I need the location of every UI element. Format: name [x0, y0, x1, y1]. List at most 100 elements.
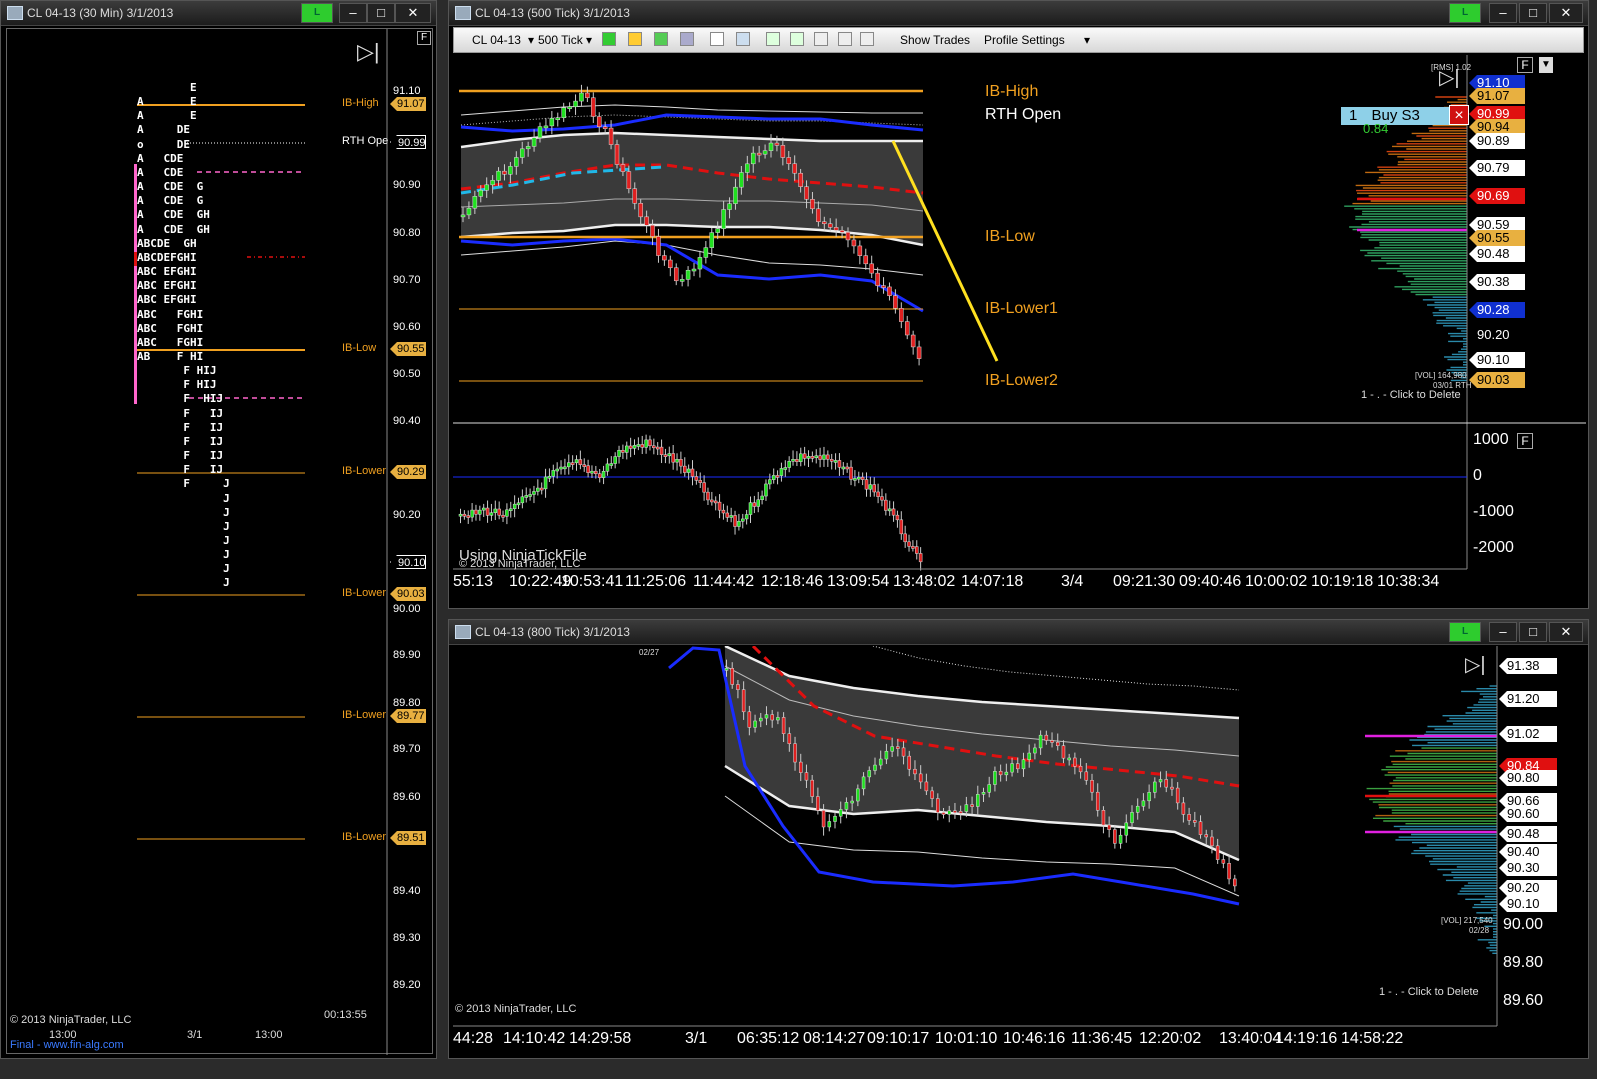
- candle-body: [833, 227, 839, 231]
- click-to-delete[interactable]: 1 - . - Click to Delete: [1379, 986, 1479, 998]
- play-icon[interactable]: ▷|: [1465, 652, 1486, 677]
- play-icon[interactable]: ▷|: [357, 39, 380, 65]
- time-label: 13:00: [255, 1029, 283, 1041]
- candle-body: [531, 137, 537, 147]
- close-button[interactable]: ✕: [395, 3, 431, 23]
- time-label: 10:19:18: [1311, 573, 1374, 590]
- crosshair-icon[interactable]: [710, 32, 724, 46]
- level-price-tag: 91.07: [390, 97, 426, 111]
- scroll-down-icon[interactable]: ▼: [1539, 57, 1553, 73]
- oscillator-bar-body: [853, 478, 857, 481]
- instrument-selector[interactable]: CL 04-13: [472, 33, 521, 47]
- profile-settings-dropdown-icon[interactable]: ▾: [1084, 33, 1090, 47]
- draw-pencil-icon[interactable]: [628, 32, 642, 46]
- cancel-order-button[interactable]: ×: [1449, 105, 1469, 125]
- price-tag: 91.20: [1499, 691, 1557, 707]
- oscillator-bar-body: [768, 479, 772, 485]
- title-bar[interactable]: CL 04-13 (500 Tick) 3/1/2013 L – □ ✕: [449, 1, 1588, 26]
- time-label: 13:09:54: [827, 573, 890, 590]
- candle-body: [632, 188, 638, 204]
- candle-body: [596, 116, 602, 127]
- order-quantity[interactable]: 1 Buy S3: [1341, 107, 1453, 125]
- data-box-icon[interactable]: [838, 32, 852, 46]
- title-bar[interactable]: CL 04-13 (30 Min) 3/1/2013 L – □ ✕: [1, 1, 436, 26]
- oscillator-bar-body: [884, 499, 888, 511]
- candle-body: [863, 255, 869, 265]
- close-button[interactable]: ✕: [1549, 622, 1583, 642]
- title-bar[interactable]: CL 04-13 (800 Tick) 3/1/2013 L – □ ✕: [449, 620, 1588, 645]
- minimize-button[interactable]: –: [1489, 3, 1517, 23]
- f-button-osc[interactable]: F: [1517, 433, 1533, 449]
- candle-body: [1135, 805, 1140, 813]
- show-trades-button[interactable]: Show Trades: [900, 33, 970, 47]
- interval-selector[interactable]: 500 Tick: [538, 33, 583, 47]
- candle-body: [703, 247, 709, 258]
- play-icon[interactable]: ▷|: [1439, 65, 1460, 90]
- candle-body: [736, 684, 740, 690]
- candle-body: [727, 203, 732, 210]
- profile-settings-menu[interactable]: Profile Settings: [984, 33, 1065, 47]
- oscillator-bar-body: [613, 456, 617, 464]
- upper-channel: [460, 113, 924, 133]
- footer-link[interactable]: Final - www.fin-alg.com: [10, 1039, 124, 1051]
- lock-button[interactable]: L: [301, 3, 333, 23]
- oscillator-bar-body: [717, 501, 722, 511]
- templates-icon[interactable]: [860, 32, 874, 46]
- maximize-button[interactable]: □: [1519, 622, 1547, 642]
- candle-body: [1204, 834, 1208, 838]
- f-button[interactable]: F: [417, 31, 431, 45]
- click-to-delete[interactable]: 1 - . - Click to Delete: [1361, 389, 1461, 401]
- maximize-button[interactable]: □: [1519, 3, 1547, 23]
- oscillator-bar-body: [748, 502, 753, 515]
- oscillator-bar-body: [725, 512, 730, 518]
- copyright: © 2013 NinjaTrader, LLC: [10, 1014, 132, 1026]
- candle-body: [484, 184, 489, 191]
- chart-toolbar: CL 04-13 ▾ 500 Tick ▾ Show Trades Profil…: [453, 27, 1584, 53]
- interval-dropdown-icon[interactable]: ▾: [586, 33, 592, 47]
- f-button-main[interactable]: F: [1517, 57, 1533, 73]
- candle-body: [1193, 820, 1197, 823]
- candle-body: [644, 216, 649, 226]
- candle-body: [745, 163, 750, 173]
- price-label: 90.00: [393, 603, 421, 615]
- indicator-icon[interactable]: [654, 32, 668, 46]
- order-panel-icon[interactable]: [790, 32, 804, 46]
- zoom-icon[interactable]: [736, 32, 750, 46]
- copyright: © 2013 NinjaTrader, LLC: [459, 558, 581, 570]
- oscillator-bar-body: [837, 460, 842, 468]
- candle-body: [936, 798, 940, 813]
- candle-body: [910, 334, 916, 348]
- minimize-button[interactable]: –: [1489, 622, 1517, 642]
- price-tag: 90.20: [1499, 880, 1557, 896]
- maximize-button[interactable]: □: [367, 3, 395, 23]
- minimize-button[interactable]: –: [339, 3, 367, 23]
- oscillator-bar-body: [733, 515, 737, 527]
- candle-body: [460, 214, 466, 218]
- oscillator-bar-body: [520, 496, 525, 504]
- chart-panel[interactable]: ▷| F E A E A E A DE o DE A CDE A CDE A C…: [6, 28, 433, 1055]
- oscillator-bar-body: [516, 502, 521, 506]
- candle-body: [679, 279, 685, 282]
- bar-type-icon[interactable]: [602, 32, 616, 46]
- strategy-icon[interactable]: [680, 32, 694, 46]
- oscillator-bar-body: [814, 455, 818, 459]
- candle-body: [893, 295, 898, 309]
- candle-body: [549, 118, 555, 127]
- candle-body: [567, 106, 572, 110]
- vol-label: [VOL] 164,980: [1415, 371, 1467, 380]
- oscillator-bar-body: [752, 502, 757, 507]
- outer-band-1: [872, 646, 1240, 691]
- instrument-dropdown-icon[interactable]: ▾: [528, 33, 534, 47]
- chart-panel[interactable]: 02/27 ▷| 91.38 91.20 91.02 90.84 90.80 90.66 9…: [453, 646, 1586, 1056]
- close-button[interactable]: ✕: [1549, 3, 1583, 23]
- lock-button[interactable]: L: [1449, 622, 1481, 642]
- properties-icon[interactable]: [814, 32, 828, 46]
- chart-panel[interactable]: IB-High RTH Open IB-Low IB-Lower1 IB-Lower2 …: [453, 55, 1586, 605]
- oscillator-bar-body: [756, 499, 760, 507]
- level-label: IB-Lower: [342, 465, 387, 477]
- price-tag: 90.94: [1469, 119, 1525, 135]
- lock-button[interactable]: L: [1449, 3, 1481, 23]
- candle-body: [668, 259, 673, 269]
- chart-trader-icon[interactable]: [766, 32, 780, 46]
- candle-body: [750, 152, 756, 165]
